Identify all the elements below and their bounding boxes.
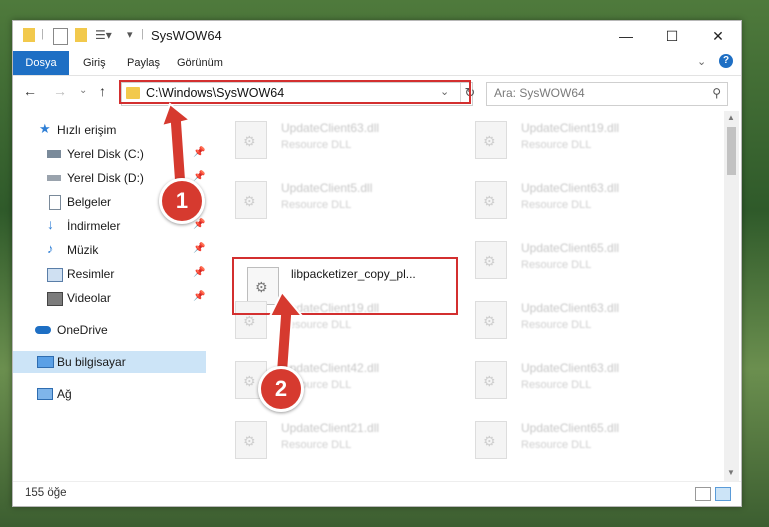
maximize-button[interactable]: ☐ <box>649 21 695 51</box>
dll-file-icon: ⚙ <box>235 121 267 159</box>
dll-file-icon: ⚙ <box>475 361 507 399</box>
file-tile[interactable]: ⚙ UpdateClient65.dll Resource DLL <box>453 413 683 465</box>
download-icon: ↓ <box>47 216 54 232</box>
customize-toolbar-icon[interactable]: ☰▾ <box>95 28 112 44</box>
up-icon[interactable]: ↑ <box>99 83 106 99</box>
cloud-icon <box>35 326 51 334</box>
details-view-icon[interactable] <box>695 487 711 501</box>
address-highlight-box <box>119 80 471 104</box>
forward-icon[interactable]: → <box>53 83 67 99</box>
pin-icon[interactable]: 📌 <box>193 219 205 230</box>
gear-icon: ⚙ <box>483 133 496 149</box>
pin-icon[interactable]: 📌 <box>193 171 205 182</box>
file-tile[interactable]: ⚙ UpdateClient63.dll Resource DLL <box>453 353 683 405</box>
new-folder-icon[interactable] <box>75 28 87 42</box>
pin-icon[interactable]: 📌 <box>193 243 205 254</box>
title-bar: | ☰▾ ▾ | SysWOW64 — ☐ ✕ <box>13 21 741 51</box>
sidebar-item-this-pc[interactable]: Bu bilgisayar <box>13 351 206 373</box>
file-tile[interactable]: ⚙ UpdateClient63.dll Resource DLL <box>453 293 683 345</box>
scrollbar-thumb[interactable] <box>727 127 736 175</box>
gear-icon: ⚙ <box>483 313 496 329</box>
sidebar-item-quick-access[interactable]: ★ Hızlı erişim <box>13 119 206 141</box>
dll-file-icon: ⚙ <box>475 241 507 279</box>
minimize-button[interactable]: — <box>603 21 649 51</box>
gear-icon: ⚙ <box>243 133 256 149</box>
drive-icon <box>47 150 61 158</box>
gear-icon: ⚙ <box>243 193 256 209</box>
status-bar: 155 öğe <box>13 481 741 506</box>
properties-icon[interactable] <box>53 28 68 45</box>
tab-share[interactable]: Paylaş <box>119 51 168 75</box>
window-title: SysWOW64 <box>151 28 222 43</box>
gear-icon: ⚙ <box>243 373 256 389</box>
ribbon-expand-icon[interactable]: ⌄ <box>697 55 706 68</box>
search-icon[interactable]: ⚲ <box>712 86 721 100</box>
file-tile[interactable]: ⚙ UpdateClient5.dll Resource DLL <box>213 173 443 225</box>
file-tile[interactable]: ⚙ UpdateClient63.dll Resource DLL <box>213 113 443 165</box>
pin-icon[interactable]: 📌 <box>193 147 205 158</box>
tab-file[interactable]: Dosya <box>13 51 69 75</box>
dll-file-icon: ⚙ <box>475 421 507 459</box>
file-tile[interactable]: ⚙ UpdateClient21.dll Resource DLL <box>213 413 443 465</box>
star-icon: ★ <box>39 121 51 136</box>
computer-icon <box>37 356 54 368</box>
search-box[interactable]: Ara: SysWOW64 ⚲ <box>486 82 728 106</box>
recent-locations-icon[interactable]: ⌄ <box>79 85 87 96</box>
separator-icon: | <box>41 28 44 40</box>
pictures-icon <box>47 268 63 282</box>
quick-access-dropdown-icon[interactable]: ▾ <box>127 28 133 44</box>
ribbon-tabs: Dosya Giriş Paylaş Görünüm ⌄ ? <box>13 51 741 76</box>
pin-icon[interactable]: 📌 <box>193 291 205 302</box>
sidebar-item-pictures[interactable]: Resimler 📌 <box>13 263 206 285</box>
separator-icon: | <box>141 28 144 40</box>
sidebar-item-local-disk-c[interactable]: Yerel Disk (C:) 📌 <box>13 143 206 165</box>
pin-icon[interactable]: 📌 <box>193 267 205 278</box>
network-icon <box>37 388 53 400</box>
gear-icon: ⚙ <box>483 433 496 449</box>
folder-icon <box>23 28 35 42</box>
file-tile[interactable]: ⚙ UpdateClient63.dll Resource DLL <box>453 173 683 225</box>
item-count: 155 öğe <box>25 487 67 499</box>
video-icon <box>47 292 63 306</box>
gear-icon: ⚙ <box>483 253 496 269</box>
file-tile[interactable]: ⚙ UpdateClient42.dll Resource DLL <box>213 353 443 405</box>
file-tile[interactable]: ⚙ UpdateClient19.dll Resource DLL <box>453 113 683 165</box>
sidebar-item-music[interactable]: ♪ Müzik 📌 <box>13 239 206 261</box>
file-explorer-window: | ☰▾ ▾ | SysWOW64 — ☐ ✕ Dosya Giriş Payl… <box>12 20 742 507</box>
gear-icon: ⚙ <box>483 373 496 389</box>
gear-icon: ⚙ <box>243 433 256 449</box>
scroll-down-icon[interactable]: ▼ <box>727 468 735 477</box>
help-icon[interactable]: ? <box>719 54 733 68</box>
file-list: ⚙ UpdateClient63.dll Resource DLL ⚙ Upda… <box>213 111 723 471</box>
gear-icon: ⚙ <box>483 193 496 209</box>
navigation-bar: ← → ⌄ ↑ C:\Windows\SysWOW64 ⌄ ↻ Ara: Sys… <box>13 75 741 109</box>
close-button[interactable]: ✕ <box>695 21 741 51</box>
file-highlight-box <box>232 257 458 315</box>
sidebar-item-network[interactable]: Ağ <box>13 383 206 405</box>
tab-view[interactable]: Görünüm <box>169 51 231 75</box>
sidebar-item-videos[interactable]: Videolar 📌 <box>13 287 206 309</box>
dll-file-icon: ⚙ <box>475 181 507 219</box>
file-tile[interactable]: ⚙ UpdateClient65.dll Resource DLL <box>453 233 683 285</box>
step-badge-1: 1 <box>159 178 205 224</box>
tab-home[interactable]: Giriş <box>75 51 114 75</box>
vertical-scrollbar[interactable]: ▲ ▼ <box>724 111 739 481</box>
tiles-view-icon[interactable] <box>715 487 731 501</box>
scroll-up-icon[interactable]: ▲ <box>727 113 735 122</box>
back-icon[interactable]: ← <box>23 83 37 99</box>
dll-file-icon: ⚙ <box>475 121 507 159</box>
step-badge-2: 2 <box>258 366 304 412</box>
search-input[interactable]: Ara: SysWOW64 <box>494 86 585 100</box>
navigation-pane: ★ Hızlı erişim Yerel Disk (C:) 📌 Yerel D… <box>13 111 208 471</box>
music-icon: ♪ <box>47 241 54 256</box>
dll-file-icon: ⚙ <box>235 181 267 219</box>
document-icon <box>49 195 61 210</box>
drive-icon <box>47 175 61 181</box>
dll-file-icon: ⚙ <box>475 301 507 339</box>
dll-file-icon: ⚙ <box>235 421 267 459</box>
gear-icon: ⚙ <box>243 313 256 329</box>
sidebar-item-onedrive[interactable]: OneDrive <box>13 319 206 341</box>
